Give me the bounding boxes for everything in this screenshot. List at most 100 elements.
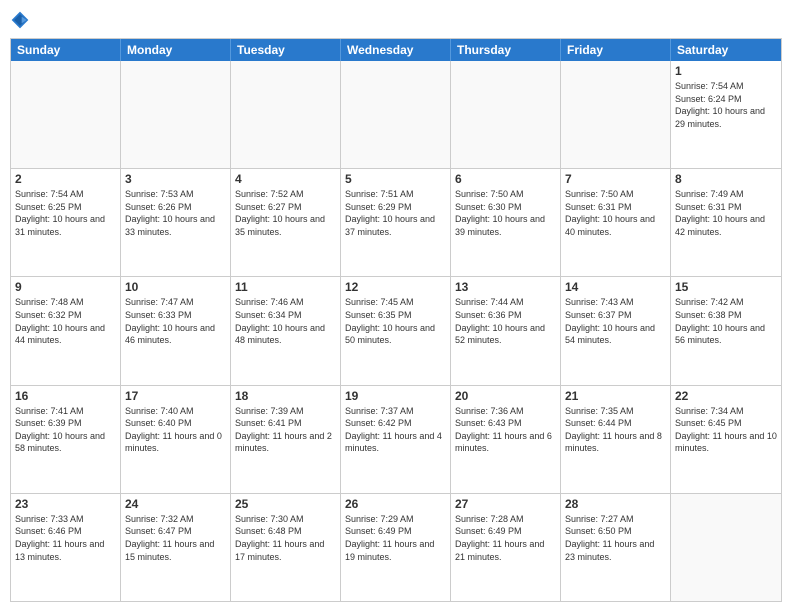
cal-cell: 24 Sunrise: 7:32 AM Sunset: 6:47 PM Dayli…	[121, 494, 231, 601]
cal-header-saturday: Saturday	[671, 39, 781, 61]
cell-text: Sunrise: 7:28 AM Sunset: 6:49 PM Dayligh…	[455, 513, 556, 563]
day-number: 18	[235, 389, 336, 403]
cal-row-0: 1Sunrise: 7:54 AM Sunset: 6:24 PM Daylig…	[11, 61, 781, 168]
cal-cell: 9 Sunrise: 7:48 AM Sunset: 6:32 PM Daylig…	[11, 277, 121, 384]
day-number: 19	[345, 389, 446, 403]
cal-header-monday: Monday	[121, 39, 231, 61]
day-number: 4	[235, 172, 336, 186]
day-number: 17	[125, 389, 226, 403]
cell-text: Sunrise: 7:41 AM Sunset: 6:39 PM Dayligh…	[15, 405, 116, 455]
page: SundayMondayTuesdayWednesdayThursdayFrid…	[0, 0, 792, 612]
cell-text: Sunrise: 7:48 AM Sunset: 6:32 PM Dayligh…	[15, 296, 116, 346]
cal-cell	[341, 61, 451, 168]
cal-cell: 10 Sunrise: 7:47 AM Sunset: 6:33 PM Dayli…	[121, 277, 231, 384]
cal-cell: 23 Sunrise: 7:33 AM Sunset: 6:46 PM Dayli…	[11, 494, 121, 601]
cell-text: Sunrise: 7:53 AM Sunset: 6:26 PM Dayligh…	[125, 188, 226, 238]
cal-row-4: 23 Sunrise: 7:33 AM Sunset: 6:46 PM Dayli…	[11, 493, 781, 601]
cell-text: Sunrise: 7:29 AM Sunset: 6:49 PM Dayligh…	[345, 513, 446, 563]
cal-cell	[451, 61, 561, 168]
cal-cell: 28 Sunrise: 7:27 AM Sunset: 6:50 PM Dayli…	[561, 494, 671, 601]
day-number: 22	[675, 389, 777, 403]
cal-cell: 18 Sunrise: 7:39 AM Sunset: 6:41 PM Dayli…	[231, 386, 341, 493]
cell-text: Sunrise: 7:51 AM Sunset: 6:29 PM Dayligh…	[345, 188, 446, 238]
cell-text: Sunrise: 7:33 AM Sunset: 6:46 PM Dayligh…	[15, 513, 116, 563]
day-number: 12	[345, 280, 446, 294]
cal-cell: 16Sunrise: 7:41 AM Sunset: 6:39 PM Dayli…	[11, 386, 121, 493]
day-number: 20	[455, 389, 556, 403]
cell-text: Sunrise: 7:47 AM Sunset: 6:33 PM Dayligh…	[125, 296, 226, 346]
cal-cell: 7 Sunrise: 7:50 AM Sunset: 6:31 PM Daylig…	[561, 169, 671, 276]
cal-cell: 20Sunrise: 7:36 AM Sunset: 6:43 PM Dayli…	[451, 386, 561, 493]
day-number: 23	[15, 497, 116, 511]
day-number: 6	[455, 172, 556, 186]
cal-cell: 4 Sunrise: 7:52 AM Sunset: 6:27 PM Daylig…	[231, 169, 341, 276]
cal-cell: 1Sunrise: 7:54 AM Sunset: 6:24 PM Daylig…	[671, 61, 781, 168]
day-number: 2	[15, 172, 116, 186]
cal-cell: 22 Sunrise: 7:34 AM Sunset: 6:45 PM Dayli…	[671, 386, 781, 493]
cal-cell: 12Sunrise: 7:45 AM Sunset: 6:35 PM Dayli…	[341, 277, 451, 384]
cell-text: Sunrise: 7:49 AM Sunset: 6:31 PM Dayligh…	[675, 188, 777, 238]
day-number: 1	[675, 64, 777, 78]
calendar-header: SundayMondayTuesdayWednesdayThursdayFrid…	[11, 39, 781, 61]
day-number: 7	[565, 172, 666, 186]
cal-cell: 15 Sunrise: 7:42 AM Sunset: 6:38 PM Dayli…	[671, 277, 781, 384]
cell-text: Sunrise: 7:43 AM Sunset: 6:37 PM Dayligh…	[565, 296, 666, 346]
cell-text: Sunrise: 7:46 AM Sunset: 6:34 PM Dayligh…	[235, 296, 336, 346]
cal-row-1: 2 Sunrise: 7:54 AM Sunset: 6:25 PM Daylig…	[11, 168, 781, 276]
cell-text: Sunrise: 7:32 AM Sunset: 6:47 PM Dayligh…	[125, 513, 226, 563]
day-number: 25	[235, 497, 336, 511]
cal-cell: 25 Sunrise: 7:30 AM Sunset: 6:48 PM Dayli…	[231, 494, 341, 601]
logo-icon	[10, 10, 30, 30]
cal-header-thursday: Thursday	[451, 39, 561, 61]
cell-text: Sunrise: 7:42 AM Sunset: 6:38 PM Dayligh…	[675, 296, 777, 346]
cell-text: Sunrise: 7:27 AM Sunset: 6:50 PM Dayligh…	[565, 513, 666, 563]
cal-cell: 5 Sunrise: 7:51 AM Sunset: 6:29 PM Daylig…	[341, 169, 451, 276]
day-number: 3	[125, 172, 226, 186]
day-number: 13	[455, 280, 556, 294]
cell-text: Sunrise: 7:40 AM Sunset: 6:40 PM Dayligh…	[125, 405, 226, 455]
cal-cell	[11, 61, 121, 168]
cal-cell: 19 Sunrise: 7:37 AM Sunset: 6:42 PM Dayli…	[341, 386, 451, 493]
day-number: 5	[345, 172, 446, 186]
cal-header-friday: Friday	[561, 39, 671, 61]
cal-cell: 13 Sunrise: 7:44 AM Sunset: 6:36 PM Dayli…	[451, 277, 561, 384]
cell-text: Sunrise: 7:50 AM Sunset: 6:31 PM Dayligh…	[565, 188, 666, 238]
cal-cell	[121, 61, 231, 168]
cell-text: Sunrise: 7:37 AM Sunset: 6:42 PM Dayligh…	[345, 405, 446, 455]
day-number: 10	[125, 280, 226, 294]
cell-text: Sunrise: 7:50 AM Sunset: 6:30 PM Dayligh…	[455, 188, 556, 238]
cell-text: Sunrise: 7:30 AM Sunset: 6:48 PM Dayligh…	[235, 513, 336, 563]
cal-cell	[671, 494, 781, 601]
day-number: 24	[125, 497, 226, 511]
day-number: 8	[675, 172, 777, 186]
day-number: 14	[565, 280, 666, 294]
cal-cell: 14 Sunrise: 7:43 AM Sunset: 6:37 PM Dayli…	[561, 277, 671, 384]
day-number: 27	[455, 497, 556, 511]
cal-cell: 11 Sunrise: 7:46 AM Sunset: 6:34 PM Dayli…	[231, 277, 341, 384]
logo	[10, 10, 34, 30]
day-number: 11	[235, 280, 336, 294]
cal-cell: 27 Sunrise: 7:28 AM Sunset: 6:49 PM Dayli…	[451, 494, 561, 601]
day-number: 28	[565, 497, 666, 511]
cell-text: Sunrise: 7:52 AM Sunset: 6:27 PM Dayligh…	[235, 188, 336, 238]
cell-text: Sunrise: 7:34 AM Sunset: 6:45 PM Dayligh…	[675, 405, 777, 455]
cal-cell: 6 Sunrise: 7:50 AM Sunset: 6:30 PM Daylig…	[451, 169, 561, 276]
cal-cell: 3 Sunrise: 7:53 AM Sunset: 6:26 PM Daylig…	[121, 169, 231, 276]
cell-text: Sunrise: 7:54 AM Sunset: 6:25 PM Dayligh…	[15, 188, 116, 238]
cal-cell	[231, 61, 341, 168]
day-number: 26	[345, 497, 446, 511]
cal-header-wednesday: Wednesday	[341, 39, 451, 61]
calendar: SundayMondayTuesdayWednesdayThursdayFrid…	[10, 38, 782, 602]
cal-cell: 26 Sunrise: 7:29 AM Sunset: 6:49 PM Dayli…	[341, 494, 451, 601]
cal-cell: 21Sunrise: 7:35 AM Sunset: 6:44 PM Dayli…	[561, 386, 671, 493]
cal-cell: 2 Sunrise: 7:54 AM Sunset: 6:25 PM Daylig…	[11, 169, 121, 276]
cal-cell	[561, 61, 671, 168]
day-number: 15	[675, 280, 777, 294]
cell-text: Sunrise: 7:39 AM Sunset: 6:41 PM Dayligh…	[235, 405, 336, 455]
day-number: 9	[15, 280, 116, 294]
cal-header-tuesday: Tuesday	[231, 39, 341, 61]
cell-text: Sunrise: 7:35 AM Sunset: 6:44 PM Dayligh…	[565, 405, 666, 455]
cal-cell: 8 Sunrise: 7:49 AM Sunset: 6:31 PM Daylig…	[671, 169, 781, 276]
calendar-body: 1Sunrise: 7:54 AM Sunset: 6:24 PM Daylig…	[11, 61, 781, 601]
cell-text: Sunrise: 7:44 AM Sunset: 6:36 PM Dayligh…	[455, 296, 556, 346]
